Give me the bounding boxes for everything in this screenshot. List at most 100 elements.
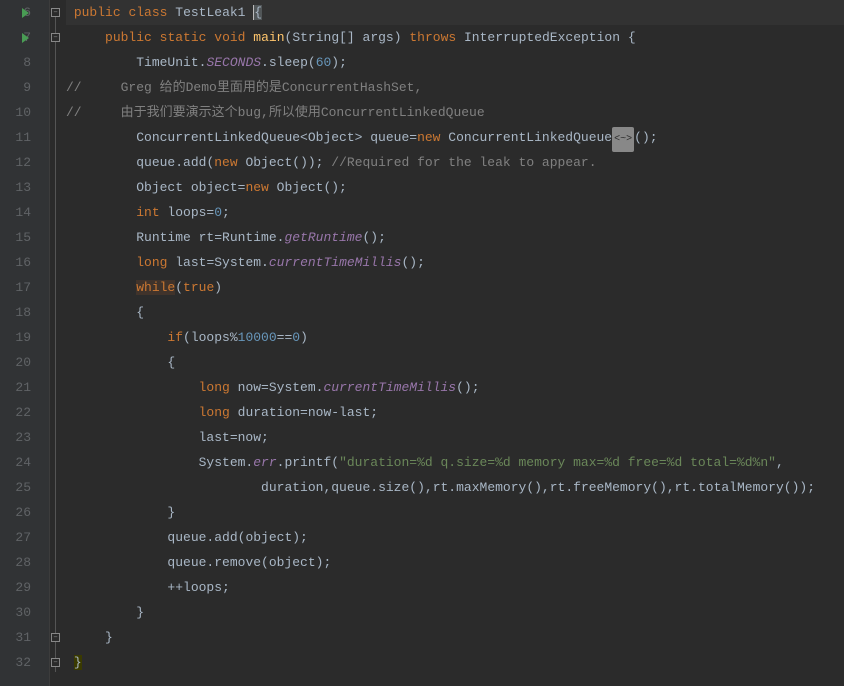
code-line[interactable]: Object object=new Object(); xyxy=(66,175,844,200)
code-line[interactable]: public static void main(String[] args) t… xyxy=(66,25,844,50)
code-line[interactable]: long duration=now-last; xyxy=(66,400,844,425)
paren: ) xyxy=(214,280,222,295)
code-line[interactable]: TimeUnit.SECONDS.sleep(60); xyxy=(66,50,844,75)
code-text: System. xyxy=(199,455,254,470)
code-line[interactable]: { xyxy=(66,300,844,325)
code-line[interactable]: long now=System.currentTimeMillis(); xyxy=(66,375,844,400)
code-line[interactable]: } xyxy=(66,625,844,650)
ln-28: 28 xyxy=(15,555,31,570)
code-line[interactable]: // 由于我们要演示这个bug,所以使用ConcurrentLinkedQueu… xyxy=(66,100,844,125)
line-number[interactable]: 12 xyxy=(0,150,31,175)
code-line[interactable]: } xyxy=(66,650,844,675)
line-number[interactable]: 16 xyxy=(0,250,31,275)
brace: { xyxy=(253,5,262,20)
code-text: (); xyxy=(401,255,424,270)
code-line[interactable]: while(true) xyxy=(66,275,844,300)
ln-8: 8 xyxy=(23,55,31,70)
run-icon[interactable] xyxy=(22,8,29,18)
fold-toggle-icon[interactable]: – xyxy=(51,8,60,17)
line-number[interactable]: 24 xyxy=(0,450,31,475)
line-number[interactable]: 23 xyxy=(0,425,31,450)
code-area[interactable]: public class TestLeak1 { public static v… xyxy=(64,0,844,686)
fold-gutter[interactable]: – – – – xyxy=(50,0,64,686)
diamond-operator-icon: <~> xyxy=(612,127,634,152)
ln-12: 12 xyxy=(15,155,31,170)
code-line[interactable]: last=now; xyxy=(66,425,844,450)
code-text: queue. xyxy=(136,155,183,170)
line-number[interactable]: 26 xyxy=(0,500,31,525)
code-line[interactable]: } xyxy=(66,500,844,525)
ln-23: 23 xyxy=(15,430,31,445)
code-line[interactable]: } xyxy=(66,600,844,625)
code-text: last=System. xyxy=(167,255,268,270)
line-number[interactable]: 13 xyxy=(0,175,31,200)
line-number[interactable]: 18 xyxy=(0,300,31,325)
code-line[interactable]: int loops=0; xyxy=(66,200,844,225)
ln-11: 11 xyxy=(15,130,31,145)
code-line[interactable]: queue.add(object); xyxy=(66,525,844,550)
line-number[interactable]: 28 xyxy=(0,550,31,575)
run-icon[interactable] xyxy=(22,33,29,43)
code-line[interactable]: long last=System.currentTimeMillis(); xyxy=(66,250,844,275)
line-number[interactable]: 30 xyxy=(0,600,31,625)
ln-22: 22 xyxy=(15,405,31,420)
code-line[interactable]: Runtime rt=Runtime.getRuntime(); xyxy=(66,225,844,250)
line-number[interactable]: 22 xyxy=(0,400,31,425)
fold-toggle-icon[interactable]: – xyxy=(51,33,60,42)
dot: . xyxy=(261,55,269,70)
method-name: main xyxy=(253,30,284,45)
code-line[interactable]: queue.remove(object); xyxy=(66,550,844,575)
method-call: currentTimeMillis xyxy=(269,255,402,270)
code-text: (loops% xyxy=(183,330,238,345)
code-text: (),rt. xyxy=(409,480,456,495)
line-number[interactable]: 19 xyxy=(0,325,31,350)
field: err xyxy=(253,455,276,470)
brace: { xyxy=(167,355,175,370)
code-editor[interactable]: 6 7 8 9 10 11 12 13 14 15 16 17 18 19 20… xyxy=(0,0,844,686)
code-text: ()); xyxy=(784,480,815,495)
code-line[interactable]: ++loops; xyxy=(66,575,844,600)
ln-19: 19 xyxy=(15,330,31,345)
code-line[interactable]: if(loops%10000==0) xyxy=(66,325,844,350)
code-line[interactable]: System.err.printf("duration=%d q.size=%d… xyxy=(66,450,844,475)
line-number[interactable]: 17 xyxy=(0,275,31,300)
line-number[interactable]: 11 xyxy=(0,125,31,150)
code-line[interactable]: // Greg 给的Demo里面用的是ConcurrentHashSet, xyxy=(66,75,844,100)
ln-20: 20 xyxy=(15,355,31,370)
line-number[interactable]: 15 xyxy=(0,225,31,250)
line-number[interactable]: 31 xyxy=(0,625,31,650)
code-text: Object()) xyxy=(238,155,316,170)
fold-toggle-icon[interactable]: – xyxy=(51,633,60,642)
ln-27: 27 xyxy=(15,530,31,545)
code-line[interactable]: { xyxy=(66,350,844,375)
line-number[interactable]: 14 xyxy=(0,200,31,225)
code-text: (); xyxy=(634,130,657,145)
method-call: add xyxy=(183,155,206,170)
code-line[interactable]: queue.add(new Object()); //Required for … xyxy=(66,150,844,175)
line-number[interactable]: 10 xyxy=(0,100,31,125)
line-number[interactable]: 21 xyxy=(0,375,31,400)
keyword: new xyxy=(417,130,440,145)
method-call: add xyxy=(214,530,237,545)
ln-15: 15 xyxy=(15,230,31,245)
line-number[interactable]: 8 xyxy=(0,50,31,75)
code-line[interactable]: ConcurrentLinkedQueue<Object> queue=new … xyxy=(66,125,844,150)
method-call: getRuntime xyxy=(284,230,362,245)
line-number[interactable]: 32 xyxy=(0,650,31,675)
fold-toggle-icon[interactable]: – xyxy=(51,658,60,667)
line-number[interactable]: 7 xyxy=(0,25,31,50)
ln-16: 16 xyxy=(15,255,31,270)
code-text: duration,queue. xyxy=(261,480,378,495)
keyword: while xyxy=(136,280,175,295)
line-number[interactable]: 20 xyxy=(0,350,31,375)
line-number[interactable]: 27 xyxy=(0,525,31,550)
line-number[interactable]: 9 xyxy=(0,75,31,100)
code-line[interactable]: duration,queue.size(),rt.maxMemory(),rt.… xyxy=(66,475,844,500)
line-number[interactable]: 6 xyxy=(0,0,31,25)
params: (String[] args) xyxy=(285,30,402,45)
line-number[interactable]: 29 xyxy=(0,575,31,600)
code-line[interactable]: public class TestLeak1 { xyxy=(66,0,844,25)
line-number-gutter[interactable]: 6 7 8 9 10 11 12 13 14 15 16 17 18 19 20… xyxy=(0,0,50,686)
keyword: throws xyxy=(409,30,456,45)
line-number[interactable]: 25 xyxy=(0,475,31,500)
